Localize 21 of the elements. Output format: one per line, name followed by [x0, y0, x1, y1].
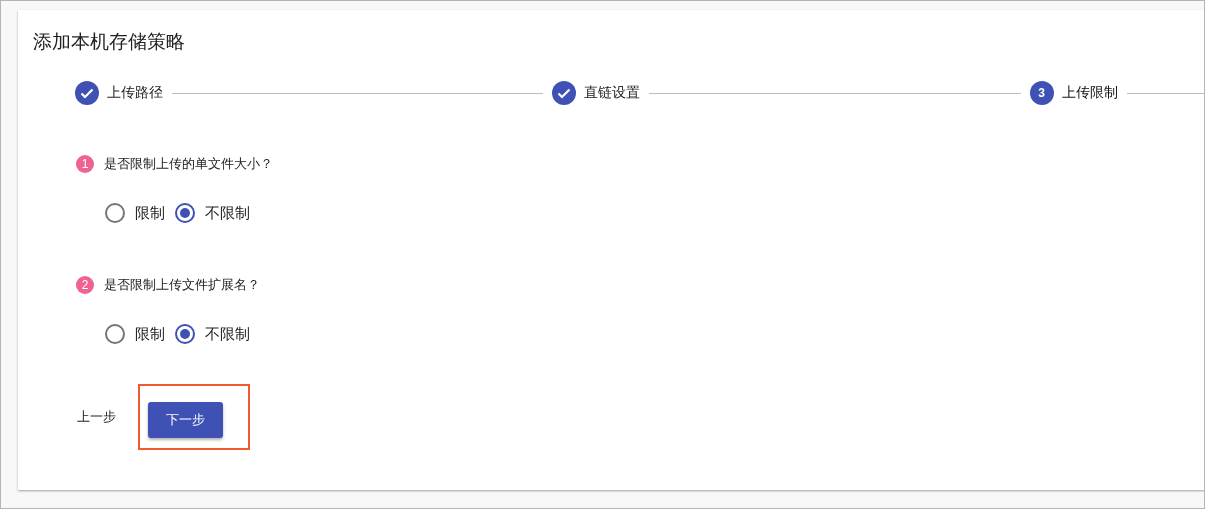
question-text: 是否限制上传的单文件大小？ — [104, 155, 273, 173]
next-button[interactable]: 下一步 — [148, 402, 223, 438]
step-label: 直链设置 — [584, 84, 641, 102]
step-label: 上传限制 — [1061, 84, 1118, 102]
radio-option[interactable]: 限制 — [105, 324, 165, 344]
question-number: 2 — [76, 276, 94, 294]
radio-button[interactable] — [105, 324, 125, 344]
radio-option[interactable]: 不限制 — [175, 203, 250, 223]
radio-option[interactable]: 不限制 — [175, 324, 250, 344]
radio-option[interactable]: 限制 — [105, 203, 165, 223]
page-title: 添加本机存储策略 — [33, 30, 186, 54]
check-circle-icon — [552, 81, 577, 105]
check-circle-icon — [75, 81, 99, 105]
radio-button[interactable] — [175, 324, 195, 344]
step-label: 上传路径 — [107, 84, 163, 102]
radio-button[interactable] — [175, 203, 195, 223]
question-number: 1 — [76, 155, 94, 173]
step-number: 3 — [1029, 81, 1054, 105]
question-text: 是否限制上传文件扩展名？ — [104, 276, 260, 294]
radio-button[interactable] — [105, 203, 125, 223]
back-button[interactable]: 上一步 — [77, 408, 116, 426]
